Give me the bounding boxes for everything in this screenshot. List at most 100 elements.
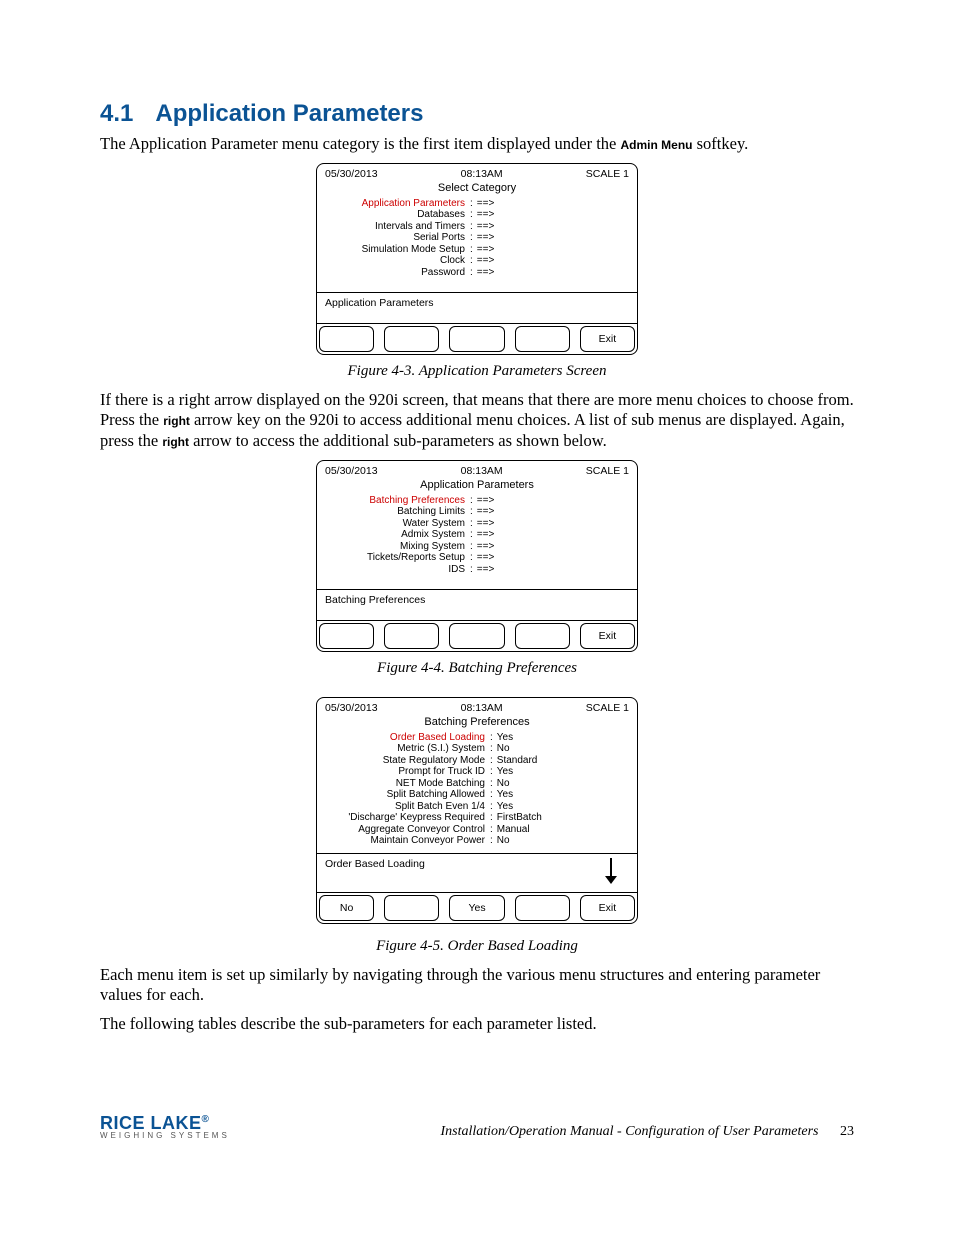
- menu-item-label: Batching Preferences: [325, 495, 468, 507]
- screen1-scale: SCALE 1: [586, 168, 629, 180]
- menu-item-value: ==>: [475, 221, 495, 233]
- section-number: 4.1: [100, 100, 133, 127]
- menu-item-label: Maintain Conveyor Power: [325, 835, 488, 847]
- softkey-button[interactable]: [384, 326, 439, 352]
- menu-item-value: Yes: [495, 732, 513, 744]
- softkey-button[interactable]: [449, 326, 504, 352]
- screen1-time: 08:13AM: [461, 168, 503, 180]
- softkey-button[interactable]: [384, 623, 439, 649]
- menu-item[interactable]: 'Discharge' Keypress Required:FirstBatch: [325, 812, 629, 824]
- intro-paragraph: The Application Parameter menu category …: [100, 134, 854, 155]
- page-number: 23: [840, 1124, 854, 1139]
- menu-item[interactable]: Simulation Mode Setup:==>: [325, 244, 629, 256]
- menu-item[interactable]: Tickets/Reports Setup:==>: [325, 552, 629, 564]
- menu-item[interactable]: Order Based Loading:Yes: [325, 732, 629, 744]
- screen1-status: Application Parameters: [325, 297, 629, 315]
- menu-item-label: Water System: [325, 518, 468, 530]
- menu-item-label: Password: [325, 267, 468, 279]
- screen2-status: Batching Preferences: [325, 594, 629, 612]
- menu-item-label: Databases: [325, 209, 468, 221]
- menu-item-label: Split Batching Allowed: [325, 789, 488, 801]
- figure-4-4: 05/30/2013 08:13AM SCALE 1 Application P…: [100, 460, 854, 677]
- menu-item-value: ==>: [475, 255, 495, 267]
- softkey-button[interactable]: [384, 895, 439, 921]
- menu-item[interactable]: Databases:==>: [325, 209, 629, 221]
- softkey-button[interactable]: Yes: [449, 895, 504, 921]
- menu-item[interactable]: Water System:==>: [325, 518, 629, 530]
- menu-item-label: Batching Limits: [325, 506, 468, 518]
- softkey-button[interactable]: [319, 326, 374, 352]
- softkey-button[interactable]: [319, 623, 374, 649]
- paragraph-2: If there is a right arrow displayed on t…: [100, 390, 854, 452]
- figure-4-5-caption: Figure 4-5. Order Based Loading: [100, 938, 854, 955]
- screen3-menu[interactable]: Order Based Loading:YesMetric (S.I.) Sys…: [317, 730, 637, 853]
- menu-item-label: Tickets/Reports Setup: [325, 552, 468, 564]
- menu-item[interactable]: Admix System:==>: [325, 529, 629, 541]
- menu-item-value: Standard: [495, 755, 538, 767]
- screen-1: 05/30/2013 08:13AM SCALE 1 Select Catego…: [316, 163, 638, 355]
- intro-b: softkey.: [693, 134, 749, 153]
- menu-item[interactable]: Intervals and Timers:==>: [325, 221, 629, 233]
- menu-item-value: ==>: [475, 552, 495, 564]
- menu-item-label: Order Based Loading: [325, 732, 488, 744]
- menu-item[interactable]: Aggregate Conveyor Control:Manual: [325, 824, 629, 836]
- menu-item-label: Prompt for Truck ID: [325, 766, 488, 778]
- softkey-button[interactable]: [515, 895, 570, 921]
- paragraph-3: Each menu item is set up similarly by na…: [100, 965, 854, 1006]
- menu-item-value: No: [495, 835, 510, 847]
- menu-item[interactable]: Mixing System:==>: [325, 541, 629, 553]
- menu-item[interactable]: Maintain Conveyor Power:No: [325, 835, 629, 847]
- softkey-button[interactable]: Exit: [580, 623, 635, 649]
- menu-item[interactable]: Password:==>: [325, 267, 629, 279]
- screen1-menu[interactable]: Application Parameters:==>Databases:==>I…: [317, 196, 637, 292]
- menu-item[interactable]: Application Parameters:==>: [325, 198, 629, 210]
- screen3-softkeys: No Yes Exit: [317, 893, 637, 923]
- screen3-status: Order Based Loading: [325, 858, 597, 884]
- figure-4-3: 05/30/2013 08:13AM SCALE 1 Select Catego…: [100, 163, 854, 380]
- right-label-2: right: [162, 435, 189, 449]
- menu-item[interactable]: Serial Ports:==>: [325, 232, 629, 244]
- figure-4-5: 05/30/2013 08:13AM SCALE 1 Batching Pref…: [100, 697, 854, 955]
- figure-4-4-caption: Figure 4-4. Batching Preferences: [100, 660, 854, 677]
- screen2-menu[interactable]: Batching Preferences:==>Batching Limits:…: [317, 493, 637, 589]
- menu-item-label: Admix System: [325, 529, 468, 541]
- softkey-button[interactable]: Exit: [580, 895, 635, 921]
- menu-item-value: No: [495, 743, 510, 755]
- figure-4-3-caption: Figure 4-3. Application Parameters Scree…: [100, 363, 854, 380]
- menu-item-value: Manual: [495, 824, 530, 836]
- admin-menu-label: Admin Menu: [621, 138, 693, 152]
- menu-item-label: Clock: [325, 255, 468, 267]
- menu-item-label: Mixing System: [325, 541, 468, 553]
- softkey-button[interactable]: [515, 326, 570, 352]
- screen3-date: 05/30/2013: [325, 702, 378, 714]
- menu-item-value: FirstBatch: [495, 812, 542, 824]
- softkey-button[interactable]: [515, 623, 570, 649]
- footer-doc-title: Installation/Operation Manual - Configur…: [441, 1124, 855, 1140]
- page-footer: RICE LAKE® WEIGHING SYSTEMS Installation…: [100, 1114, 854, 1140]
- menu-item[interactable]: NET Mode Batching:No: [325, 778, 629, 790]
- menu-item-label: Simulation Mode Setup: [325, 244, 468, 256]
- menu-item[interactable]: Clock:==>: [325, 255, 629, 267]
- softkey-button[interactable]: Exit: [580, 326, 635, 352]
- menu-item[interactable]: Metric (S.I.) System:No: [325, 743, 629, 755]
- menu-item[interactable]: Batching Limits:==>: [325, 506, 629, 518]
- menu-item[interactable]: Split Batch Even 1/4:Yes: [325, 801, 629, 813]
- menu-item[interactable]: IDS:==>: [325, 564, 629, 576]
- menu-item[interactable]: Batching Preferences:==>: [325, 495, 629, 507]
- menu-item-label: 'Discharge' Keypress Required: [325, 812, 488, 824]
- screen1-date: 05/30/2013: [325, 168, 378, 180]
- softkey-button[interactable]: No: [319, 895, 374, 921]
- menu-item[interactable]: State Regulatory Mode:Standard: [325, 755, 629, 767]
- screen1-title: Select Category: [317, 180, 637, 196]
- menu-item-label: Serial Ports: [325, 232, 468, 244]
- section-heading: 4.1Application Parameters: [100, 100, 854, 128]
- menu-item-label: State Regulatory Mode: [325, 755, 488, 767]
- menu-item-label: Intervals and Timers: [325, 221, 468, 233]
- menu-item[interactable]: Split Batching Allowed:Yes: [325, 789, 629, 801]
- screen3-time: 08:13AM: [461, 702, 503, 714]
- screen3-scale: SCALE 1: [586, 702, 629, 714]
- screen-2: 05/30/2013 08:13AM SCALE 1 Application P…: [316, 460, 638, 652]
- softkey-button[interactable]: [449, 623, 504, 649]
- screen2-softkeys: Exit: [317, 621, 637, 651]
- menu-item[interactable]: Prompt for Truck ID:Yes: [325, 766, 629, 778]
